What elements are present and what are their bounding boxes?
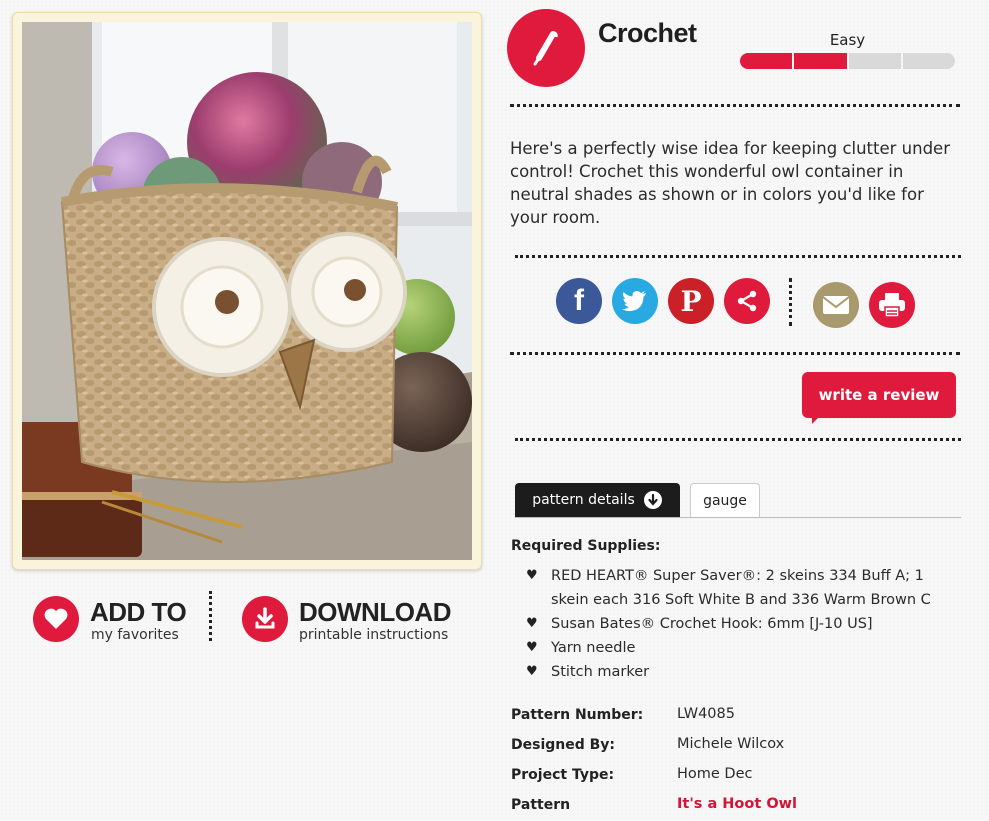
pinterest-icon: P <box>680 284 702 318</box>
download-title[interactable]: DOWNLOAD <box>299 599 451 625</box>
tab-pattern-details[interactable]: pattern details <box>515 483 680 517</box>
difficulty-segment <box>848 53 901 69</box>
favorites-title[interactable]: ADD TO <box>90 599 187 625</box>
print-button[interactable] <box>869 282 915 328</box>
supplies-heading: Required Supplies: <box>511 538 661 554</box>
difficulty-segment <box>740 53 793 69</box>
download-subtitle[interactable]: printable instructions <box>299 627 448 643</box>
detail-label: Pattern Number: <box>511 707 644 723</box>
divider <box>510 352 960 355</box>
facebook-icon: f <box>574 284 584 317</box>
favorites-subtitle[interactable]: my favorites <box>91 627 179 643</box>
email-button[interactable] <box>813 282 859 328</box>
difficulty-label: Easy <box>829 31 866 49</box>
share-button[interactable] <box>724 278 770 324</box>
detail-label: Project Type: <box>511 767 615 783</box>
supply-text: RED HEART® Super Saver®: 2 skeins 334 Bu… <box>551 568 931 608</box>
pattern-description: Here's a perfectly wise idea for keeping… <box>510 139 950 227</box>
owl-basket-illustration <box>22 22 472 560</box>
tab-underline <box>515 517 961 518</box>
list-item: ♥ Susan Bates® Crochet Hook: 6mm [J-10 US… <box>526 612 966 636</box>
download-icon <box>255 607 275 629</box>
action-divider <box>209 591 212 641</box>
print-icon <box>879 293 905 318</box>
facebook-share-button[interactable]: f <box>556 278 602 324</box>
heart-bullet-icon: ♥ <box>526 568 538 583</box>
chevron-down-icon <box>643 491 662 509</box>
write-review-button[interactable]: write a review <box>802 372 956 418</box>
difficulty-segment <box>902 53 955 69</box>
craft-name: Crochet <box>598 18 697 48</box>
difficulty-segment <box>794 53 847 69</box>
list-item: ♥ RED HEART® Super Saver®: 2 skeins 334 B… <box>526 564 966 612</box>
supply-text: Yarn needle <box>551 640 636 656</box>
craft-badge <box>510 12 582 84</box>
supply-text: Susan Bates® Crochet Hook: 6mm [J-10 US] <box>551 616 873 632</box>
designer-name: Michele Wilcox <box>677 736 785 752</box>
list-item: ♥ Yarn needle <box>526 636 966 660</box>
pattern-number: LW4085 <box>677 706 735 722</box>
crochet-hook-icon <box>533 31 558 66</box>
difficulty-meter <box>740 53 955 69</box>
heart-icon <box>44 608 68 629</box>
project-type: Home Dec <box>677 766 753 782</box>
heart-bullet-icon: ♥ <box>526 616 538 631</box>
heart-bullet-icon: ♥ <box>526 664 538 679</box>
tab-label: pattern details <box>532 492 635 508</box>
download-button[interactable] <box>242 596 288 642</box>
product-photo[interactable] <box>22 22 472 560</box>
divider <box>515 438 961 441</box>
pattern-name-link[interactable]: It's a Hoot Owl <box>677 796 797 812</box>
supply-text: Stitch marker <box>551 664 650 680</box>
detail-label: Designed By: <box>511 737 616 753</box>
divider <box>515 255 961 258</box>
twitter-share-button[interactable] <box>612 278 658 324</box>
share-divider <box>789 278 792 326</box>
detail-label: Pattern <box>511 797 571 813</box>
heart-bullet-icon: ♥ <box>526 640 538 655</box>
supplies-list: ♥ RED HEART® Super Saver®: 2 skeins 334 B… <box>526 564 966 684</box>
twitter-icon <box>622 291 646 312</box>
tab-gauge[interactable]: gauge <box>690 483 760 517</box>
pinterest-share-button[interactable]: P <box>668 278 714 324</box>
add-to-favorites-button[interactable] <box>33 596 79 642</box>
email-icon <box>822 296 850 314</box>
review-button-tail <box>812 414 822 424</box>
share-icon <box>737 290 757 312</box>
tab-label: gauge <box>703 492 747 509</box>
divider <box>510 104 960 107</box>
list-item: ♥ Stitch marker <box>526 660 966 684</box>
